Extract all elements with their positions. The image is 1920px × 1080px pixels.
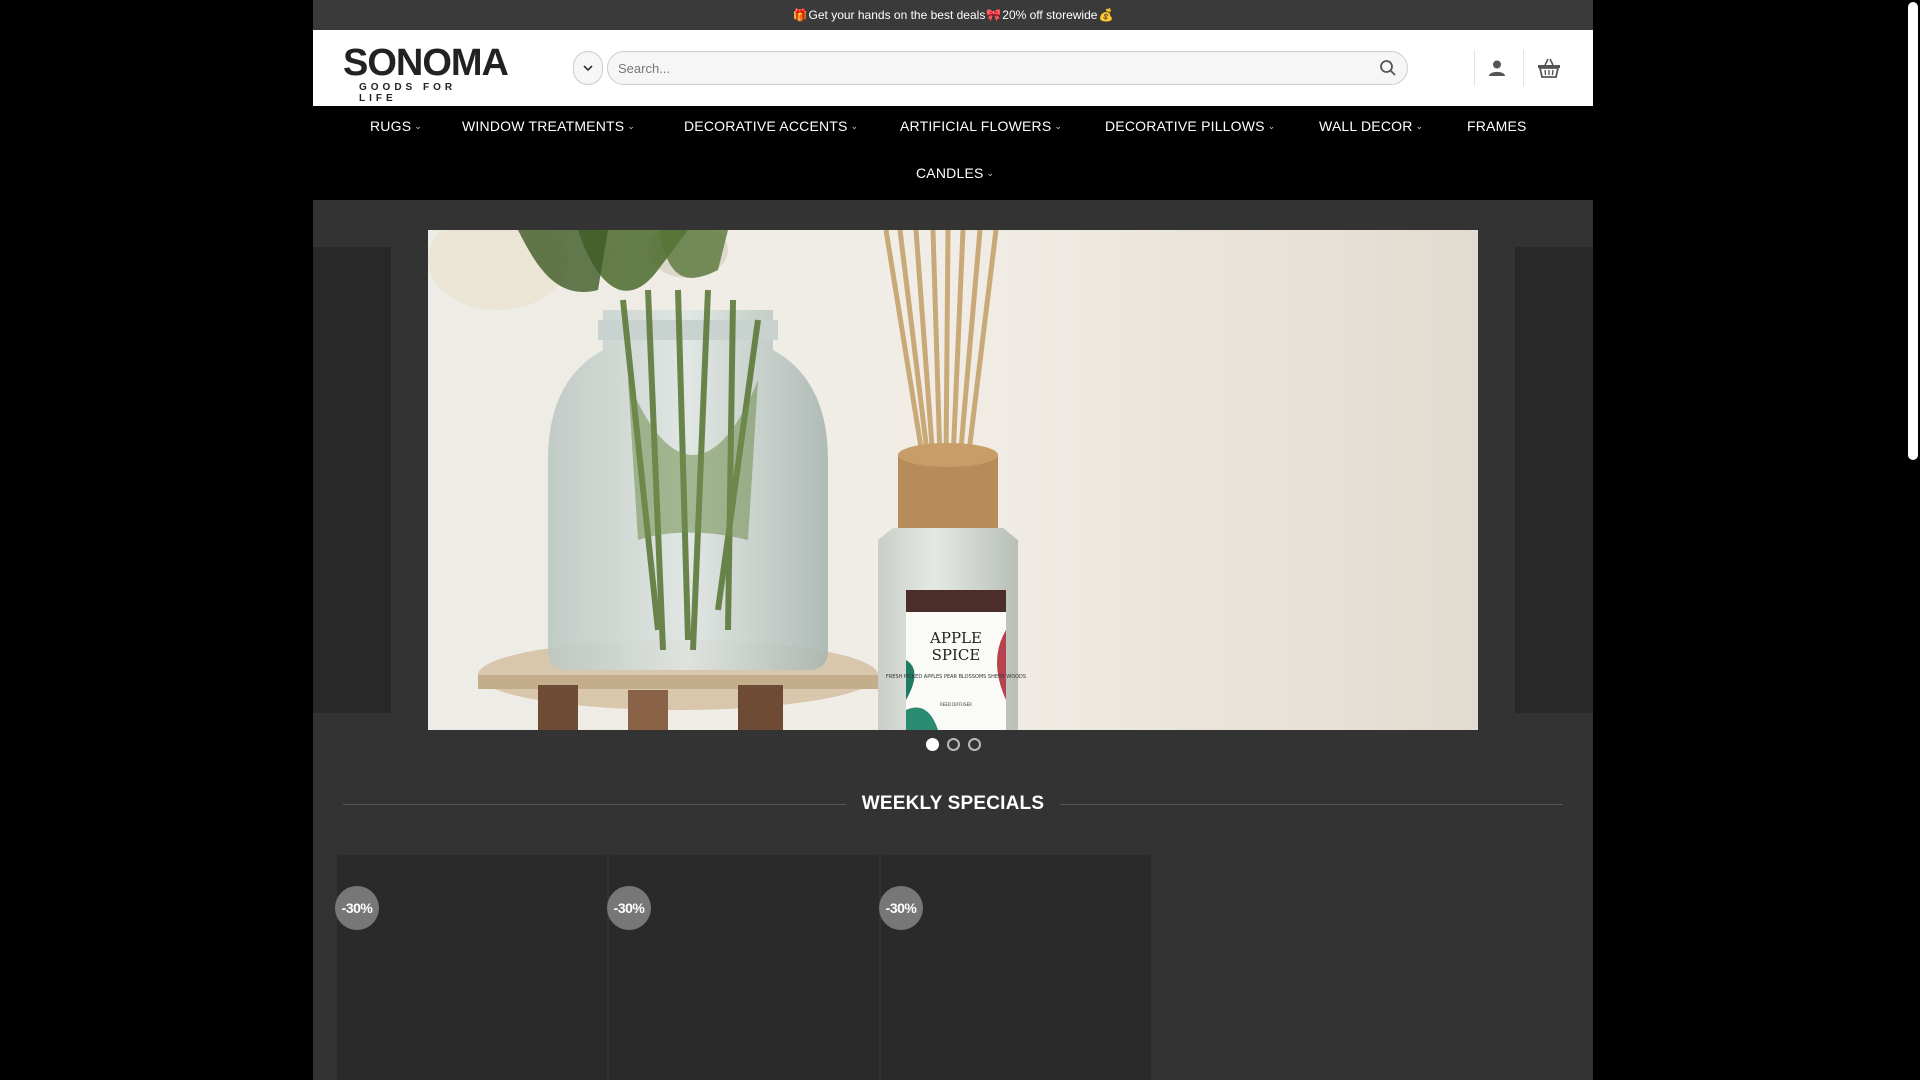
nav-item-wall-decor[interactable]: WALL DECOR ⌄ <box>1319 118 1423 134</box>
section-divider-right <box>1060 803 1563 805</box>
nav-item-label: WALL DECOR <box>1319 118 1413 134</box>
section-title: WEEKLY SPECIALS <box>861 793 1045 814</box>
site-header: SONOMA GOODS FOR LIFE <box>313 30 1593 106</box>
slider-dot-3[interactable] <box>967 738 981 751</box>
chevron-down-icon: ⌄ <box>1054 120 1063 131</box>
next-slide-peek[interactable] <box>1515 247 1593 713</box>
site-logo[interactable]: SONOMA GOODS FOR LIFE <box>343 42 509 104</box>
hero-slider: APPLE SPICE FRESH PICKED APPLES PEAR BLO… <box>313 200 1593 760</box>
chevron-down-icon: ⌄ <box>414 120 422 131</box>
basket-icon <box>1538 58 1560 78</box>
promo-bar: 🎁 Get your hands on the best deals 🎀 20%… <box>313 0 1593 30</box>
chevron-down-icon: ⌄ <box>627 120 636 131</box>
section-divider-left <box>343 803 846 805</box>
hero-label-brand: REED DIFFUSER <box>940 702 972 707</box>
nav-item-label: DECORATIVE PILLOWS <box>1105 118 1265 134</box>
nav-item-label: RUGS <box>370 118 412 134</box>
nav-item-label: FRAMES <box>1467 118 1527 134</box>
nav-item-label: ARTIFICIAL FLOWERS <box>900 118 1052 134</box>
nav-item-frames[interactable]: FRAMES <box>1467 118 1527 134</box>
nav-item-window-treatments[interactable]: WINDOW TREATMENTS ⌄ <box>462 118 635 134</box>
hero-photo: APPLE SPICE FRESH PICKED APPLES PEAR BLO… <box>428 230 1478 730</box>
gift-icon: 🎁 <box>792 8 808 22</box>
promo-discount: 20% off storewide <box>1002 8 1098 22</box>
logo-tagline: GOODS FOR LIFE <box>359 82 457 104</box>
slider-dot-2[interactable] <box>946 738 960 751</box>
chevron-down-icon: ⌄ <box>1267 120 1276 131</box>
product-card[interactable] <box>609 855 879 1080</box>
previous-slide-peek[interactable] <box>313 247 391 713</box>
ribbon-icon: 🎀 <box>986 8 1002 22</box>
cart-button[interactable] <box>1533 52 1565 84</box>
nav-item-label: DECORATIVE ACCENTS <box>684 118 848 134</box>
search-input[interactable] <box>618 60 1379 76</box>
account-button[interactable] <box>1481 52 1513 84</box>
nav-item-artificial-flowers[interactable]: ARTIFICIAL FLOWERS ⌄ <box>900 118 1062 134</box>
nav-item-label: WINDOW TREATMENTS <box>462 118 625 134</box>
product-card[interactable] <box>881 855 1151 1080</box>
sale-badge: -30% <box>607 886 651 930</box>
logo-wordmark: SONOMA <box>343 42 509 84</box>
scrollbar-thumb[interactable] <box>1908 2 1918 460</box>
weekly-specials-header: WEEKLY SPECIALS <box>343 793 1563 815</box>
chevron-down-icon <box>583 65 593 72</box>
slider-dots <box>313 738 1593 751</box>
main-nav: RUGS ⌄ WINDOW TREATMENTS ⌄ DECORATIVE ACCE… <box>313 106 1593 200</box>
sale-badge: -30% <box>335 886 379 930</box>
sale-badge: -30% <box>879 886 923 930</box>
hero-label-line2: SPICE <box>932 646 981 664</box>
nav-item-rugs[interactable]: RUGS ⌄ <box>370 118 422 134</box>
user-icon <box>1489 60 1505 76</box>
hero-image[interactable]: APPLE SPICE FRESH PICKED APPLES PEAR BLO… <box>428 230 1478 730</box>
search-category-dropdown[interactable] <box>573 51 603 85</box>
nav-item-decorative-pillows[interactable]: DECORATIVE PILLOWS ⌄ <box>1105 118 1275 134</box>
slider-dot-1[interactable] <box>925 738 939 751</box>
nav-item-decorative-accents[interactable]: DECORATIVE ACCENTS ⌄ <box>684 118 858 134</box>
hero-label-line1: APPLE <box>929 629 982 647</box>
product-card[interactable] <box>337 855 607 1080</box>
page-container: 🎁 Get your hands on the best deals 🎀 20%… <box>313 0 1593 1080</box>
page-scrollbar[interactable] <box>1905 0 1920 1080</box>
search-bar <box>607 51 1408 85</box>
promo-text: Get your hands on the best deals <box>808 8 986 22</box>
chevron-down-icon: ⌄ <box>986 167 995 178</box>
nav-item-candles[interactable]: CANDLES ⌄ <box>916 165 994 181</box>
hero-label-desc: FRESH PICKED APPLES PEAR BLOSSOMS SHEER … <box>886 674 1026 680</box>
header-divider <box>1523 50 1524 86</box>
chevron-down-icon: ⌄ <box>850 120 859 131</box>
header-divider <box>1474 50 1475 86</box>
search-icon[interactable] <box>1379 59 1397 77</box>
chevron-down-icon: ⌄ <box>1415 120 1424 131</box>
money-bag-icon: 💰 <box>1098 8 1114 22</box>
nav-item-label: CANDLES <box>916 165 984 181</box>
